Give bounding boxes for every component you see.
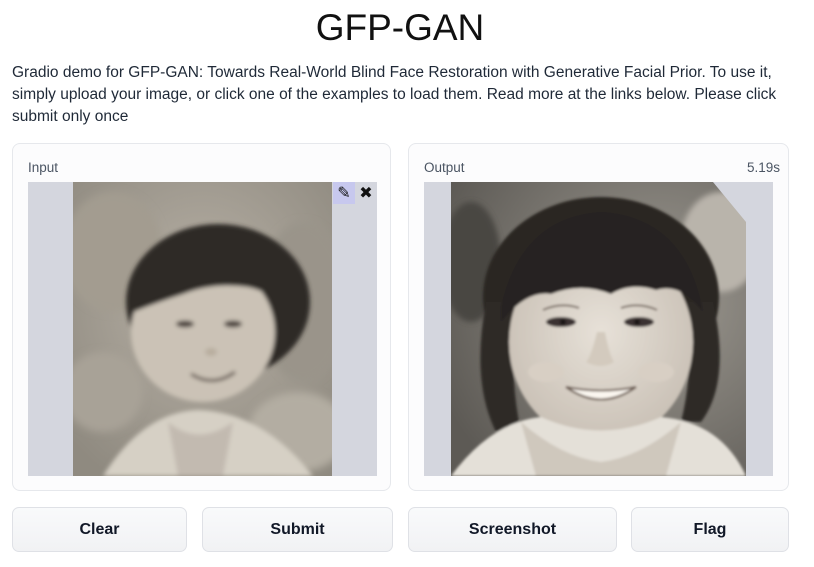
input-panel: Input ✎ ✖ [12,143,391,491]
output-panel: Output 5.19s [408,143,789,491]
gradio-app: GFP-GAN Gradio demo for GFP-GAN: Towards… [0,0,814,567]
processing-time: 5.19s [746,160,780,175]
image-tools: ✎ ✖ [333,182,377,204]
pencil-icon[interactable]: ✎ [333,182,355,204]
input-image-area[interactable]: ✎ ✖ [28,182,377,476]
page-title: GFP-GAN [315,7,485,48]
output-label: Output [424,160,465,175]
input-photo-blurry-child [73,182,332,476]
output-photo-restored-child [451,182,746,476]
clear-button[interactable]: Clear [12,507,187,552]
flag-button[interactable]: Flag [631,507,789,552]
input-label: Input [28,160,59,175]
page-description: Gradio demo for GFP-GAN: Towards Real-Wo… [12,64,777,125]
close-icon[interactable]: ✖ [355,182,377,204]
output-image [451,182,746,476]
screenshot-button[interactable]: Screenshot [408,507,617,552]
input-image [73,182,332,476]
submit-button[interactable]: Submit [202,507,393,552]
output-image-area [424,182,773,476]
